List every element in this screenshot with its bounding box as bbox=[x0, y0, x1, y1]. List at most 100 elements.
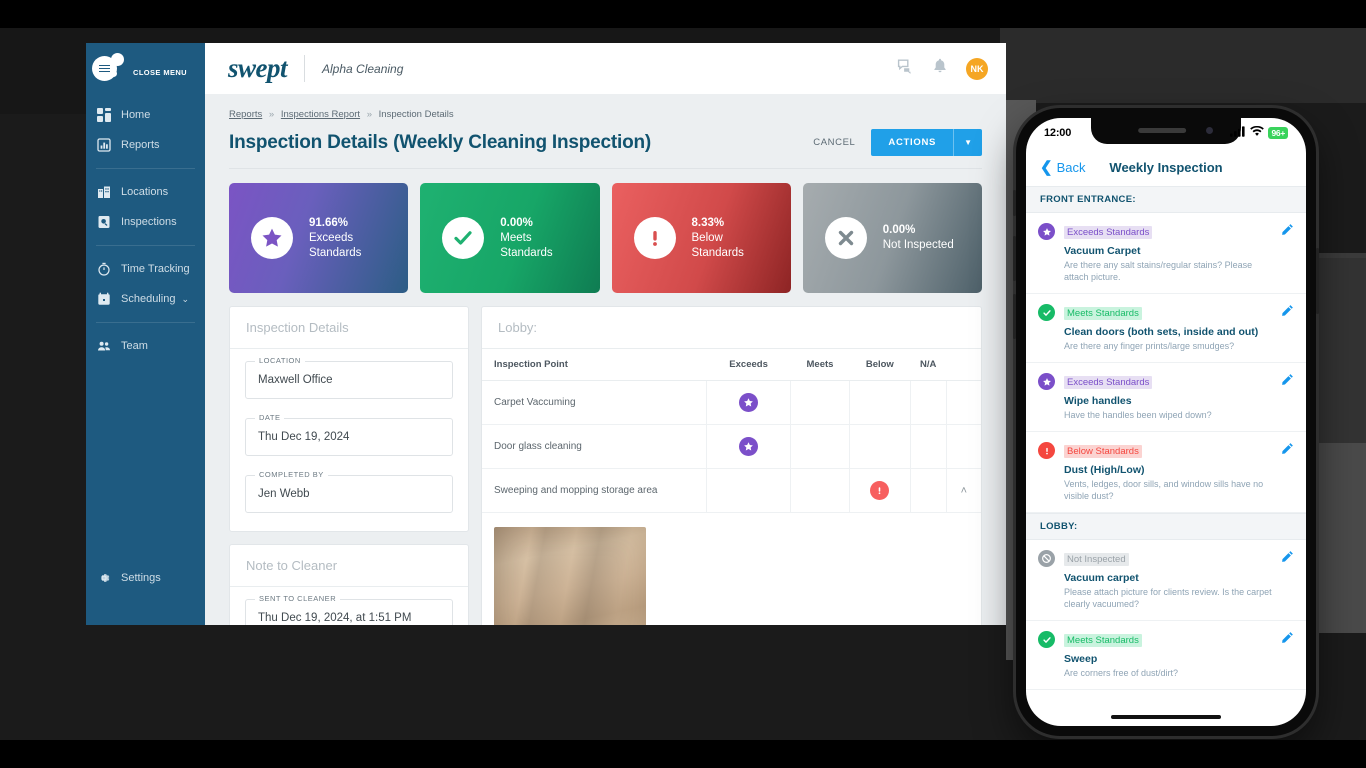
cell-na[interactable] bbox=[909, 380, 947, 425]
phone-list[interactable]: FRONT ENTRANCE: Exceeds Standards Vacuum… bbox=[1026, 186, 1306, 726]
field-sent-to-cleaner[interactable]: SENT TO CLEANER Thu Dec 19, 2024, at 1:5… bbox=[245, 594, 453, 625]
table-row[interactable]: Door glass cleaning bbox=[482, 424, 981, 469]
list-item[interactable]: Meets Standards Clean doors (both sets, … bbox=[1026, 294, 1306, 363]
list-item[interactable]: Not Inspected Vacuum carpet Please attac… bbox=[1026, 540, 1306, 621]
cell-na[interactable] bbox=[909, 468, 947, 513]
list-item[interactable]: Exceeds Standards Vacuum Carpet Are ther… bbox=[1026, 213, 1306, 294]
topbar-actions: NK bbox=[897, 57, 988, 80]
list-item-body: Not Inspected Vacuum carpet Please attac… bbox=[1064, 549, 1294, 610]
sidebar-divider bbox=[96, 245, 195, 246]
cell-expand[interactable] bbox=[945, 380, 981, 425]
field-date[interactable]: DATE Thu Dec 19, 2024 bbox=[245, 413, 453, 456]
logo-dot-small bbox=[110, 70, 117, 77]
item-question: Are corners free of dust/dirt? bbox=[1064, 668, 1179, 678]
company-name: Alpha Cleaning bbox=[322, 61, 404, 76]
table-row[interactable]: Carpet Vaccuming bbox=[482, 380, 981, 425]
list-item[interactable]: Meets Standards Sweep Are corners free o… bbox=[1026, 621, 1306, 690]
page-header: Inspection Details (Weekly Cleaning Insp… bbox=[229, 129, 982, 156]
hamburger-icon[interactable] bbox=[92, 53, 124, 81]
star-icon bbox=[251, 217, 293, 259]
x-icon bbox=[824, 217, 867, 259]
cell-na[interactable] bbox=[909, 424, 947, 469]
pencil-icon[interactable] bbox=[1281, 550, 1294, 568]
header-divider bbox=[229, 168, 982, 169]
cell-meets[interactable] bbox=[790, 424, 850, 469]
chat-icon[interactable] bbox=[897, 58, 914, 80]
cell-exceeds[interactable] bbox=[706, 380, 791, 425]
cell-expand[interactable]: ˄ bbox=[945, 468, 981, 513]
stat-line1: Exceeds bbox=[309, 231, 354, 244]
list-item-body: Exceeds Standards Vacuum Carpet Are ther… bbox=[1064, 222, 1294, 283]
stat-card-meets: 0.00% Meets Standards bbox=[420, 183, 600, 293]
list-item[interactable]: Exceeds Standards Wipe handles Have the … bbox=[1026, 363, 1306, 432]
item-question: Have the handles been wiped down? bbox=[1064, 410, 1212, 420]
back-button[interactable]: ❮ Back bbox=[1040, 158, 1085, 176]
cancel-button[interactable]: CANCEL bbox=[813, 137, 855, 148]
gear-icon bbox=[95, 570, 112, 587]
cell-below[interactable] bbox=[848, 424, 911, 469]
phone-volume-down-button bbox=[1013, 294, 1016, 339]
exclamation-icon bbox=[1038, 442, 1055, 459]
chevron-up-icon[interactable]: ˄ bbox=[961, 485, 967, 497]
sidebar-item-settings[interactable]: Settings bbox=[86, 563, 205, 593]
field-value: Thu Dec 19, 2024 bbox=[258, 431, 350, 443]
battery-badge: 96+ bbox=[1268, 127, 1288, 139]
field-label: LOCATION bbox=[255, 356, 305, 365]
col-na: N/A bbox=[910, 349, 947, 381]
table-header-row: Inspection Point Exceeds Meets Below N/A bbox=[482, 349, 981, 381]
sidebar-item-inspections[interactable]: Inspections bbox=[86, 207, 205, 237]
actions-button[interactable]: ACTIONS ▼ bbox=[871, 129, 982, 156]
pencil-icon[interactable] bbox=[1281, 373, 1294, 391]
breadcrumb-reports[interactable]: Reports bbox=[229, 109, 262, 120]
cell-meets[interactable] bbox=[790, 468, 850, 513]
pencil-icon[interactable] bbox=[1281, 442, 1294, 460]
pencil-icon[interactable] bbox=[1281, 304, 1294, 322]
sidebar-item-scheduling[interactable]: Scheduling ⌄ bbox=[86, 284, 205, 314]
note-fields: SENT TO CLEANER Thu Dec 19, 2024, at 1:5… bbox=[230, 587, 468, 625]
field-completed-by[interactable]: COMPLETED BY Jen Webb bbox=[245, 470, 453, 513]
status-badge: Meets Standards bbox=[1064, 634, 1142, 647]
status-badge: Exceeds Standards bbox=[1064, 226, 1153, 239]
breadcrumb-inspections-report[interactable]: Inspections Report bbox=[281, 109, 360, 120]
sidebar-item-time-tracking[interactable]: Time Tracking bbox=[86, 254, 205, 284]
panel-title: Note to Cleaner bbox=[230, 545, 468, 587]
table-row[interactable]: Sweeping and mopping storage area ˄ bbox=[482, 468, 981, 513]
exclamation-icon bbox=[870, 481, 890, 500]
cell-meets[interactable] bbox=[790, 380, 850, 425]
cell-below[interactable] bbox=[848, 380, 911, 425]
field-value: Jen Webb bbox=[258, 488, 310, 500]
breadcrumb-current: Inspection Details bbox=[378, 109, 454, 120]
breadcrumb-separator: » bbox=[366, 109, 372, 120]
cell-exceeds[interactable] bbox=[706, 468, 791, 513]
close-menu-button[interactable]: CLOSE MENU bbox=[86, 43, 205, 94]
list-item[interactable]: Below Standards Dust (High/Low) Vents, l… bbox=[1026, 432, 1306, 513]
pencil-icon[interactable] bbox=[1281, 631, 1294, 649]
pencil-icon[interactable] bbox=[1281, 223, 1294, 241]
stat-card-text: 8.33% Below Standards bbox=[692, 216, 744, 261]
sidebar-item-locations[interactable]: Locations bbox=[86, 177, 205, 207]
cell-below[interactable] bbox=[848, 468, 911, 513]
bar-chart-icon bbox=[95, 137, 112, 154]
chevron-down-icon[interactable]: ▼ bbox=[953, 129, 982, 156]
sidebar-item-reports[interactable]: Reports bbox=[86, 130, 205, 160]
stat-line2: Standards bbox=[500, 246, 553, 259]
panel-title: Inspection Details bbox=[230, 307, 468, 349]
star-icon bbox=[739, 393, 759, 412]
item-question: Please attach picture for clients review… bbox=[1064, 587, 1272, 609]
cell-exceeds[interactable] bbox=[706, 424, 791, 469]
bell-icon[interactable] bbox=[933, 58, 947, 79]
panels-row: Inspection Details LOCATION Maxwell Offi… bbox=[229, 306, 982, 625]
field-location[interactable]: LOCATION Maxwell Office bbox=[245, 356, 453, 399]
sidebar-item-label: Team bbox=[121, 340, 148, 352]
stat-card-below: 8.33% Below Standards bbox=[611, 183, 791, 293]
sidebar-item-label: Time Tracking bbox=[121, 263, 190, 275]
col-inspection-point: Inspection Point bbox=[482, 349, 707, 381]
status-indicators: 96+ bbox=[1230, 125, 1288, 140]
sidebar-item-home[interactable]: Home bbox=[86, 100, 205, 130]
building-icon bbox=[95, 184, 112, 201]
page-title: Inspection Details (Weekly Cleaning Insp… bbox=[229, 131, 652, 153]
cell-expand[interactable] bbox=[945, 424, 981, 469]
wood-floor-photo[interactable] bbox=[494, 527, 646, 625]
avatar[interactable]: NK bbox=[966, 57, 988, 80]
sidebar-item-team[interactable]: Team bbox=[86, 331, 205, 361]
